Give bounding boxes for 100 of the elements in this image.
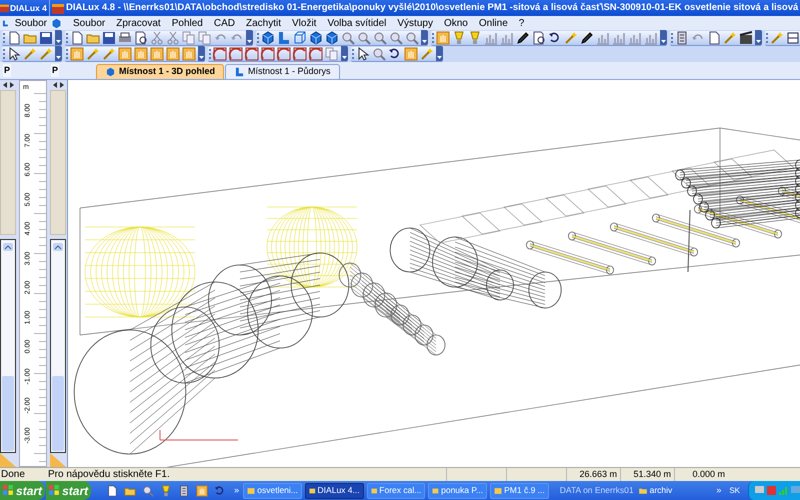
menu-item[interactable]: Soubor [72, 16, 106, 30]
save-icon[interactable] [102, 30, 116, 44]
taskbar-button[interactable]: PM1 č.9 ... [490, 482, 549, 498]
arc-icon[interactable] [245, 46, 259, 60]
up-arrow-icon[interactable] [53, 243, 63, 251]
arc-icon[interactable] [293, 46, 307, 60]
document-icon[interactable] [70, 30, 84, 44]
toolbar-options-button[interactable] [55, 30, 62, 45]
copy-icon[interactable] [182, 30, 196, 44]
menu-item[interactable]: Okno [442, 16, 469, 30]
chart-icon[interactable] [644, 30, 658, 44]
lamp-icon[interactable] [468, 30, 482, 44]
scroll-thumb[interactable] [2, 376, 14, 451]
document-icon[interactable] [106, 484, 118, 496]
cube-icon[interactable] [261, 30, 275, 44]
chart-icon[interactable] [628, 30, 642, 44]
menu-item[interactable]: Volba svítidel [326, 16, 388, 30]
cube-icon [105, 67, 116, 77]
window-icon [494, 486, 502, 496]
menu-item[interactable]: Výstupy [396, 16, 434, 30]
zoom-icon[interactable] [372, 46, 386, 60]
save-icon[interactable] [39, 30, 53, 44]
wand-icon[interactable] [39, 46, 53, 60]
more-button[interactable]: » [716, 484, 722, 498]
wand-icon[interactable] [102, 46, 116, 60]
caret-icon [342, 56, 347, 59]
l-shape-icon[interactable] [277, 30, 291, 44]
taskbar-button[interactable]: ponuka P... [428, 482, 488, 498]
wire-cube-icon[interactable] [293, 30, 307, 44]
film-icon[interactable] [739, 30, 753, 44]
up-arrow-icon[interactable] [3, 243, 13, 251]
lamp-icon[interactable] [160, 484, 172, 496]
menu-item[interactable]: CAD [212, 16, 236, 30]
toolbar-options-button[interactable] [421, 30, 428, 45]
panel-label[interactable]: P [3, 64, 12, 78]
chart-icon[interactable] [484, 30, 498, 44]
menu-item[interactable]: Online [478, 16, 509, 30]
zoom-icon[interactable] [373, 30, 387, 44]
right-arrow-icon[interactable] [60, 82, 64, 88]
pointer-icon[interactable] [7, 46, 21, 60]
document-icon[interactable] [7, 30, 21, 44]
menu-item[interactable]: ? [518, 16, 526, 30]
zoom-icon[interactable] [357, 30, 371, 44]
chart-icon[interactable] [612, 30, 626, 44]
menu-item[interactable]: Soubor [12, 16, 50, 30]
more-button[interactable]: » [230, 484, 244, 498]
arc-icon[interactable] [261, 46, 275, 60]
cube-icon[interactable] [325, 30, 339, 44]
document-icon[interactable] [707, 30, 721, 44]
arc-icon[interactable] [277, 46, 291, 60]
toolbar-options-button[interactable] [55, 46, 62, 61]
left-arrow-icon[interactable] [52, 82, 56, 88]
zoom-icon[interactable] [405, 30, 419, 44]
lamp-icon[interactable] [452, 30, 466, 44]
arc-icon[interactable] [309, 46, 323, 60]
folder-button[interactable]: archiv [638, 484, 672, 497]
caret-icon [756, 40, 761, 43]
wand-icon[interactable] [86, 46, 100, 60]
menu-item[interactable]: Zpracovat [115, 16, 162, 30]
wand-icon[interactable] [420, 46, 434, 60]
scrollbar[interactable] [50, 239, 66, 453]
preview-icon[interactable] [134, 30, 148, 44]
scrollbar[interactable] [0, 239, 16, 453]
right-arrow-icon[interactable] [10, 82, 14, 88]
zoom-icon[interactable] [341, 30, 355, 44]
printer-icon[interactable] [118, 30, 132, 44]
toolbar-options-button[interactable] [436, 46, 443, 61]
pencil-icon[interactable] [516, 30, 530, 44]
toolbar-options-button[interactable] [198, 46, 205, 61]
left-arrow-icon[interactable] [2, 82, 6, 88]
arc-icon[interactable] [229, 46, 243, 60]
calculator-icon[interactable] [178, 484, 190, 496]
pointer-icon[interactable] [356, 46, 370, 60]
arc-icon[interactable] [213, 46, 227, 60]
menu-item[interactable]: Pohled [170, 16, 204, 30]
toolbar-options-button[interactable] [755, 30, 762, 45]
panel-label[interactable]: P [51, 64, 60, 78]
zoom-icon[interactable] [142, 484, 154, 496]
cube-icon[interactable] [309, 30, 323, 44]
toolbar-options-button[interactable] [341, 46, 348, 61]
rows-icon[interactable] [786, 30, 800, 44]
zoom-icon[interactable] [389, 30, 403, 44]
pencil-icon[interactable] [580, 30, 594, 44]
calculator-icon[interactable] [675, 30, 689, 44]
toolbar-options-button[interactable] [660, 30, 667, 45]
taskbar-button[interactable]: Forex cal... [366, 482, 426, 498]
tab[interactable]: Místnost 1 - Půdorys [225, 64, 340, 79]
copy-icon[interactable] [198, 30, 212, 44]
toolbar-options-button[interactable] [246, 30, 253, 45]
caret-icon [437, 56, 442, 59]
start-button[interactable]: start [46, 481, 92, 500]
menu-item[interactable]: Zachytit [244, 16, 282, 30]
scroll-thumb[interactable] [52, 376, 64, 451]
scissors-icon[interactable] [166, 30, 180, 44]
taskbar-button[interactable]: osvetleni... [243, 482, 302, 498]
preview-icon[interactable] [532, 30, 546, 44]
start-button[interactable]: start [0, 481, 46, 500]
tab[interactable]: Místnost 1 - 3D pohled [96, 64, 224, 79]
menu-item[interactable]: Vložit [291, 16, 318, 30]
taskbar-button[interactable]: DIALux 4... [304, 482, 364, 498]
